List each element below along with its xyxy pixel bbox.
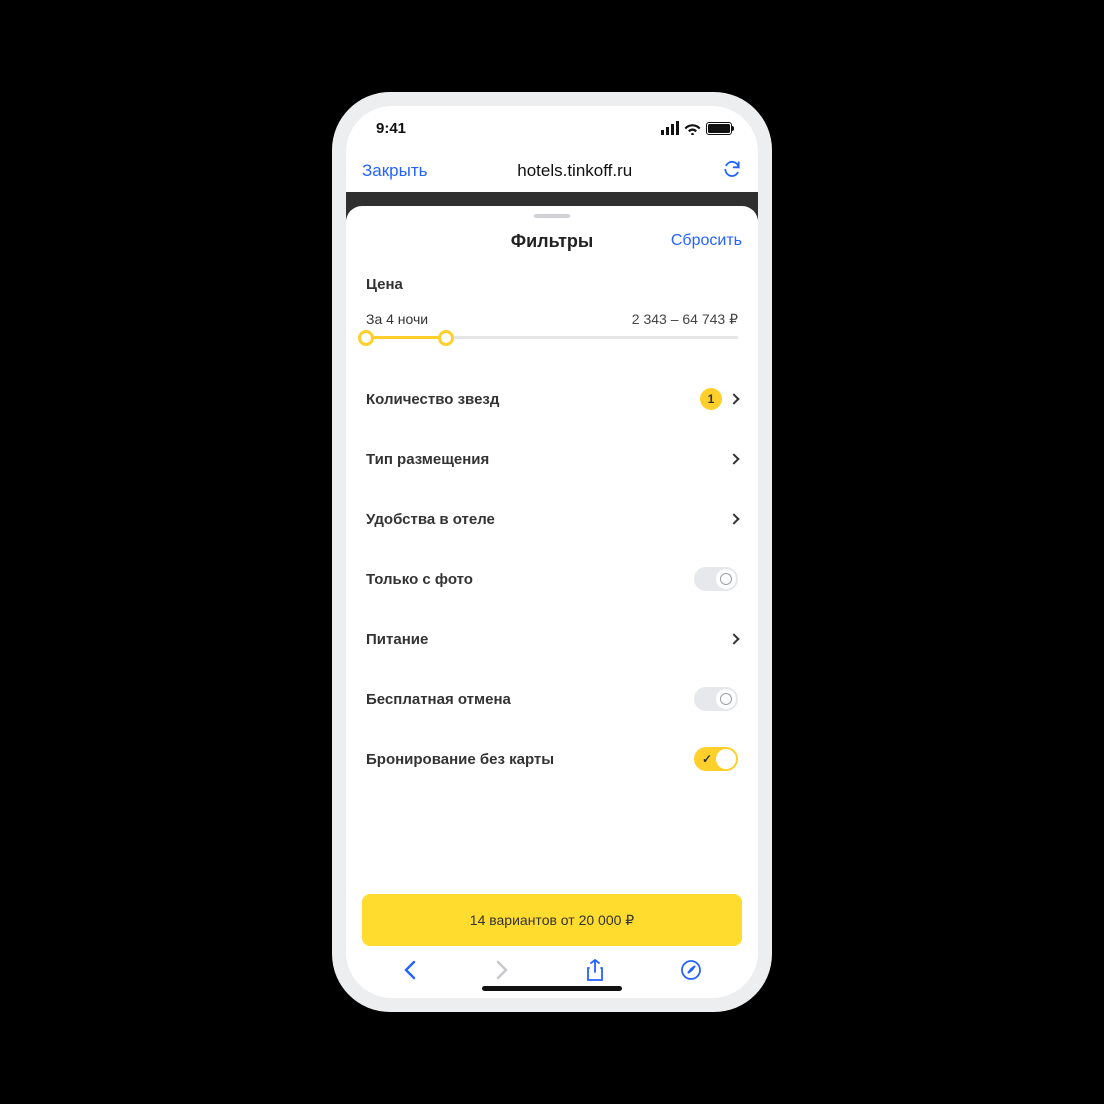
filter-label: Количество звезд xyxy=(366,391,499,408)
sheet-content: Цена За 4 ночи 2 343 – 64 743 ₽ Количест… xyxy=(346,258,758,882)
close-button[interactable]: Закрыть xyxy=(362,161,427,181)
back-button[interactable] xyxy=(402,960,418,985)
sheet-title: Фильтры xyxy=(511,231,594,252)
phone-frame: 9:41 Закрыть hotels.tinkoff.ru Фильтры С… xyxy=(332,92,772,1012)
no-card-toggle[interactable]: ✓ xyxy=(694,747,738,771)
slider-thumb-min[interactable] xyxy=(358,330,374,346)
photo-toggle[interactable] xyxy=(694,567,738,591)
sheet-header: Фильтры Сбросить xyxy=(346,224,758,258)
price-slider[interactable] xyxy=(366,336,738,339)
filter-label: Удобства в отеле xyxy=(366,511,495,528)
signal-icon xyxy=(661,121,680,135)
filter-row-meals[interactable]: Питание xyxy=(366,609,738,669)
price-section-title: Цена xyxy=(366,276,738,293)
screen: 9:41 Закрыть hotels.tinkoff.ru Фильтры С… xyxy=(346,106,758,998)
slider-thumb-max[interactable] xyxy=(438,330,454,346)
price-summary-row: За 4 ночи 2 343 – 64 743 ₽ xyxy=(366,311,738,328)
home-indicator[interactable] xyxy=(482,986,622,991)
stars-count-badge: 1 xyxy=(700,388,722,410)
address-bar-url[interactable]: hotels.tinkoff.ru xyxy=(517,161,632,181)
share-button[interactable] xyxy=(586,959,604,986)
filter-label: Только с фото xyxy=(366,571,473,588)
filter-row-photo: Только с фото xyxy=(366,549,738,609)
slider-fill xyxy=(366,336,446,339)
reload-button[interactable] xyxy=(722,159,742,184)
wifi-icon xyxy=(684,122,701,135)
reset-button[interactable]: Сбросить xyxy=(671,232,742,250)
status-bar: 9:41 xyxy=(346,106,758,150)
safari-button[interactable] xyxy=(680,959,702,986)
nights-label: За 4 ночи xyxy=(366,311,428,328)
filters-sheet: Фильтры Сбросить Цена За 4 ночи 2 343 – … xyxy=(346,206,758,998)
show-results-button[interactable]: 14 вариантов от 20 000 ₽ xyxy=(362,894,742,946)
chevron-right-icon xyxy=(728,513,739,524)
filter-row-amenities[interactable]: Удобства в отеле xyxy=(366,489,738,549)
free-cancel-toggle[interactable] xyxy=(694,687,738,711)
forward-button xyxy=(494,960,510,985)
price-range-text: 2 343 – 64 743 ₽ xyxy=(632,311,738,328)
sheet-grabber[interactable] xyxy=(534,214,570,218)
battery-icon xyxy=(706,122,732,135)
results-button-label: 14 вариантов от 20 000 ₽ xyxy=(470,912,634,929)
filter-label: Бронирование без карты xyxy=(366,751,554,768)
filter-label: Питание xyxy=(366,631,428,648)
chevron-right-icon xyxy=(728,393,739,404)
filter-label: Тип размещения xyxy=(366,451,489,468)
filter-row-free-cancel: Бесплатная отмена xyxy=(366,669,738,729)
status-time: 9:41 xyxy=(376,120,406,137)
chevron-right-icon xyxy=(728,453,739,464)
filter-row-stars[interactable]: Количество звезд 1 xyxy=(366,369,738,429)
filter-label: Бесплатная отмена xyxy=(366,691,511,708)
filter-row-type[interactable]: Тип размещения xyxy=(366,429,738,489)
browser-nav: Закрыть hotels.tinkoff.ru xyxy=(346,150,758,192)
status-indicators xyxy=(661,121,733,135)
filter-row-no-card: Бронирование без карты ✓ xyxy=(366,729,738,789)
chevron-right-icon xyxy=(728,633,739,644)
